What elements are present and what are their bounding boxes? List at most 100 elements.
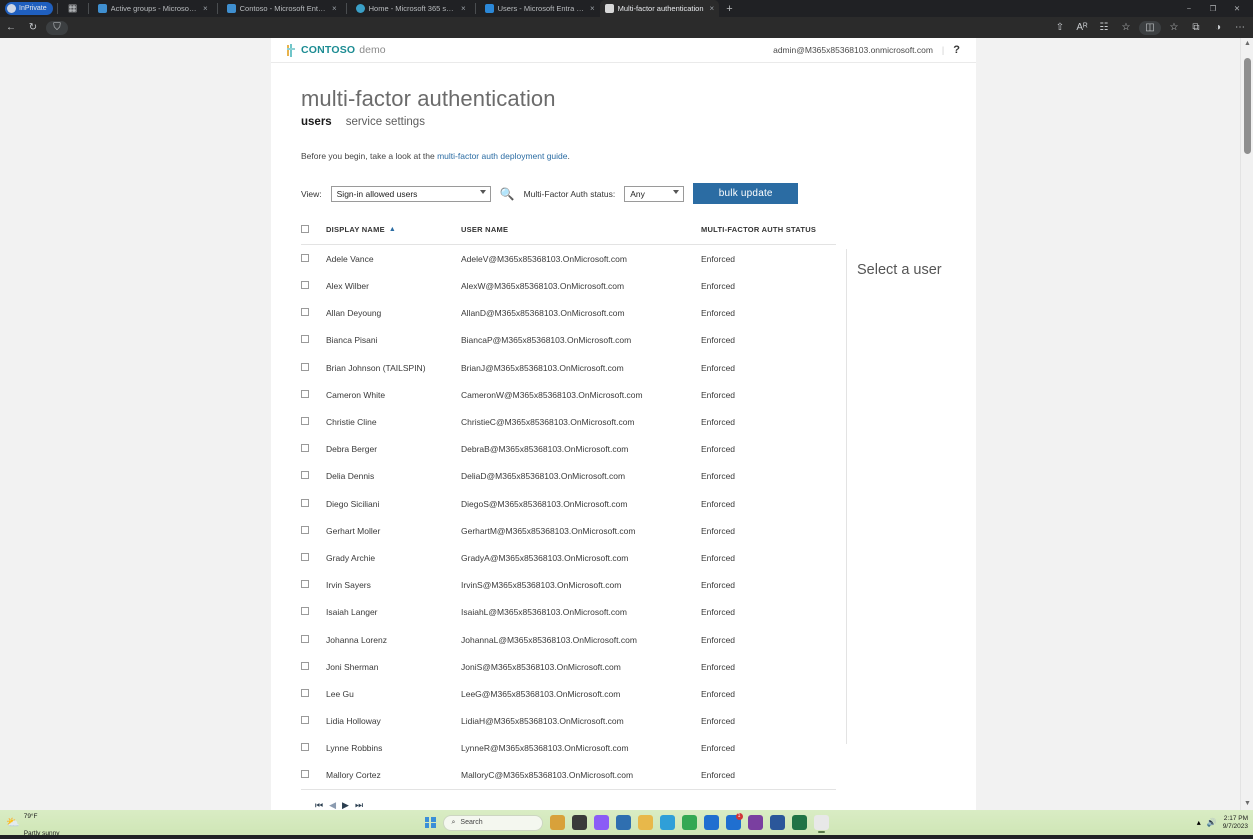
back-icon[interactable]: ← — [0, 22, 22, 33]
row-checkbox[interactable] — [301, 417, 309, 426]
scroll-up-icon[interactable]: ▲ — [1241, 38, 1253, 50]
row-checkbox[interactable] — [301, 444, 309, 453]
browser-tab-users-entra[interactable]: Users - Microsoft Entra admin c... × — [480, 0, 600, 17]
table-row[interactable]: Alex Wilber AlexW@M365x85368103.OnMicroso… — [301, 272, 836, 299]
row-checkbox[interactable] — [301, 580, 309, 589]
scrollbar-thumb[interactable] — [1244, 58, 1251, 154]
row-checkbox[interactable] — [301, 716, 309, 725]
row-checkbox[interactable] — [301, 389, 309, 398]
row-checkbox[interactable] — [301, 471, 309, 480]
table-row[interactable]: Lee Gu LeeG@M365x85368103.OnMicrosoft.com… — [301, 680, 836, 707]
row-checkbox[interactable] — [301, 281, 309, 290]
favorite-star-icon[interactable]: ☆ — [1115, 22, 1137, 33]
table-row[interactable]: Johanna Lorenz JohannaL@M365x85368103.OnM… — [301, 626, 836, 653]
browser-tab-m365-security[interactable]: Home - Microsoft 365 security × — [351, 0, 471, 17]
table-row[interactable]: Allan Deyoung AllanD@M365x85368103.OnMicr… — [301, 300, 836, 327]
column-mfa-status[interactable]: MULTI-FACTOR AUTH STATUS — [701, 222, 836, 245]
share-icon[interactable]: ⇧ — [1049, 22, 1071, 33]
row-checkbox[interactable] — [301, 308, 309, 317]
table-row[interactable]: Cameron White CameronW@M365x85368103.OnMi… — [301, 381, 836, 408]
taskbar-app-app-active[interactable] — [813, 815, 829, 833]
row-checkbox[interactable] — [301, 253, 309, 262]
collections-icon[interactable]: ◫ — [1139, 20, 1161, 35]
table-row[interactable]: Lynne Robbins LynneR@M365x85368103.OnMicr… — [301, 735, 836, 762]
deployment-guide-link[interactable]: multi-factor auth deployment guide — [437, 151, 567, 161]
page-scrollbar[interactable]: ▲ ▼ — [1240, 38, 1253, 810]
row-checkbox[interactable] — [301, 634, 309, 643]
mfa-status-select[interactable]: Any — [624, 185, 685, 202]
taskbar-app-word[interactable] — [769, 815, 785, 830]
table-row[interactable]: Debra Berger DebraB@M365x85368103.OnMicro… — [301, 436, 836, 463]
table-row[interactable]: Diego Siciliani DiegoS@M365x85368103.OnMi… — [301, 490, 836, 517]
account-name[interactable]: admin@M365x85368103.onmicrosoft.com — [773, 45, 933, 55]
table-row[interactable]: Isaiah Langer IsaiahL@M365x85368103.OnMic… — [301, 599, 836, 626]
table-row[interactable]: Mallory Cortez MalloryC@M365x85368103.OnM… — [301, 762, 836, 789]
start-button-icon[interactable] — [424, 817, 436, 828]
taskbar-app-chat[interactable] — [593, 815, 609, 830]
table-row[interactable]: Christie Cline ChristieC@M365x85368103.On… — [301, 408, 836, 435]
browser-tab-multi-factor-authentication[interactable]: Multi-factor authentication × — [599, 0, 720, 17]
volume-icon[interactable]: 🔊 — [1207, 818, 1217, 827]
help-icon[interactable]: ? — [953, 44, 960, 56]
taskbar-search[interactable]: ⌕ Search — [442, 814, 543, 831]
weather-widget[interactable]: ⛅ 79°F Partly sunny — [6, 806, 59, 839]
search-icon[interactable]: 🔍 — [500, 187, 515, 201]
table-row[interactable]: Joni Sherman JoniS@M365x85368103.OnMicros… — [301, 653, 836, 680]
browser-essentials-icon[interactable]: ⧉ — [1185, 22, 1207, 33]
table-row[interactable]: Grady Archie GradyA@M365x85368103.OnMicro… — [301, 544, 836, 571]
taskbar-app-chrome[interactable] — [681, 815, 697, 830]
browser-tab-active-groups[interactable]: Active groups - Microsoft 365 a... × — [93, 0, 213, 17]
taskbar-app-file-explorer[interactable] — [571, 815, 587, 830]
copilot-icon[interactable]: ◑ — [1207, 22, 1229, 33]
favorites-bar-icon[interactable]: ☆ — [1163, 22, 1185, 33]
row-checkbox[interactable] — [301, 362, 309, 371]
column-user-name[interactable]: USER NAME — [461, 222, 701, 245]
table-row[interactable]: Adele Vance AdeleV@M365x85368103.OnMicros… — [301, 245, 836, 273]
row-checkbox[interactable] — [301, 661, 309, 670]
row-checkbox[interactable] — [301, 552, 309, 561]
inprivate-shield-icon[interactable]: ⛉ — [46, 20, 68, 35]
row-checkbox[interactable] — [301, 607, 309, 616]
view-select[interactable]: Sign-in allowed users — [330, 185, 491, 202]
column-display-name[interactable]: DISPLAY NAME ▲ — [326, 222, 461, 245]
browser-tab-contoso-entra[interactable]: Contoso - Microsoft Entra admi... × — [222, 0, 342, 17]
maximize-button[interactable]: ❐ — [1201, 4, 1225, 13]
new-tab-button[interactable]: + — [719, 3, 739, 15]
table-row[interactable]: Delia Dennis DeliaD@M365x85368103.OnMicro… — [301, 463, 836, 490]
tab-users[interactable]: users — [301, 116, 332, 128]
row-checkbox[interactable] — [301, 743, 309, 752]
row-checkbox[interactable] — [301, 498, 309, 507]
tab-overview-icon[interactable]: ▦ — [62, 3, 84, 14]
close-window-button[interactable]: ✕ — [1225, 4, 1249, 13]
close-icon[interactable]: × — [461, 4, 466, 13]
scroll-down-icon[interactable]: ▼ — [1241, 798, 1253, 810]
row-checkbox[interactable] — [301, 770, 309, 779]
network-icon[interactable]: ▴ — [1197, 818, 1201, 827]
row-checkbox[interactable] — [301, 335, 309, 344]
taskbar-app-outlook-old[interactable] — [703, 815, 719, 830]
close-icon[interactable]: × — [710, 4, 715, 13]
table-row[interactable]: Lidia Holloway LidiaH@M365x85368103.OnMic… — [301, 707, 836, 734]
taskbar-app-onenote[interactable] — [747, 815, 763, 830]
table-row[interactable]: Bianca Pisani BiancaP@M365x85368103.OnMic… — [301, 327, 836, 354]
close-icon[interactable]: × — [203, 4, 208, 13]
refresh-icon[interactable]: ↻ — [22, 22, 44, 33]
table-row[interactable]: Brian Johnson (TAILSPIN) BrianJ@M365x8536… — [301, 354, 836, 381]
tab-service-settings[interactable]: service settings — [346, 116, 425, 128]
close-icon[interactable]: × — [332, 4, 337, 13]
row-checkbox[interactable] — [301, 688, 309, 697]
row-checkbox[interactable] — [301, 525, 309, 534]
taskbar-app-folder[interactable] — [637, 815, 653, 830]
minimize-button[interactable]: − — [1177, 4, 1201, 13]
table-row[interactable]: Gerhart Moller GerhartM@M365x85368103.OnM… — [301, 517, 836, 544]
taskbar-app-outlook[interactable]: 1 — [725, 813, 743, 830]
taskbar-app-settings[interactable] — [615, 815, 631, 830]
taskbar-app-briefcase[interactable] — [549, 815, 565, 830]
taskbar-app-edge[interactable] — [659, 815, 675, 830]
bulk-update-button[interactable]: bulk update — [693, 183, 799, 205]
read-aloud-icon[interactable]: Aᴿ — [1071, 22, 1093, 33]
close-icon[interactable]: × — [590, 4, 595, 13]
settings-more-icon[interactable]: ⋯ — [1229, 22, 1251, 33]
select-all-checkbox[interactable] — [301, 225, 309, 234]
split-screen-icon[interactable]: ☷ — [1093, 22, 1115, 33]
